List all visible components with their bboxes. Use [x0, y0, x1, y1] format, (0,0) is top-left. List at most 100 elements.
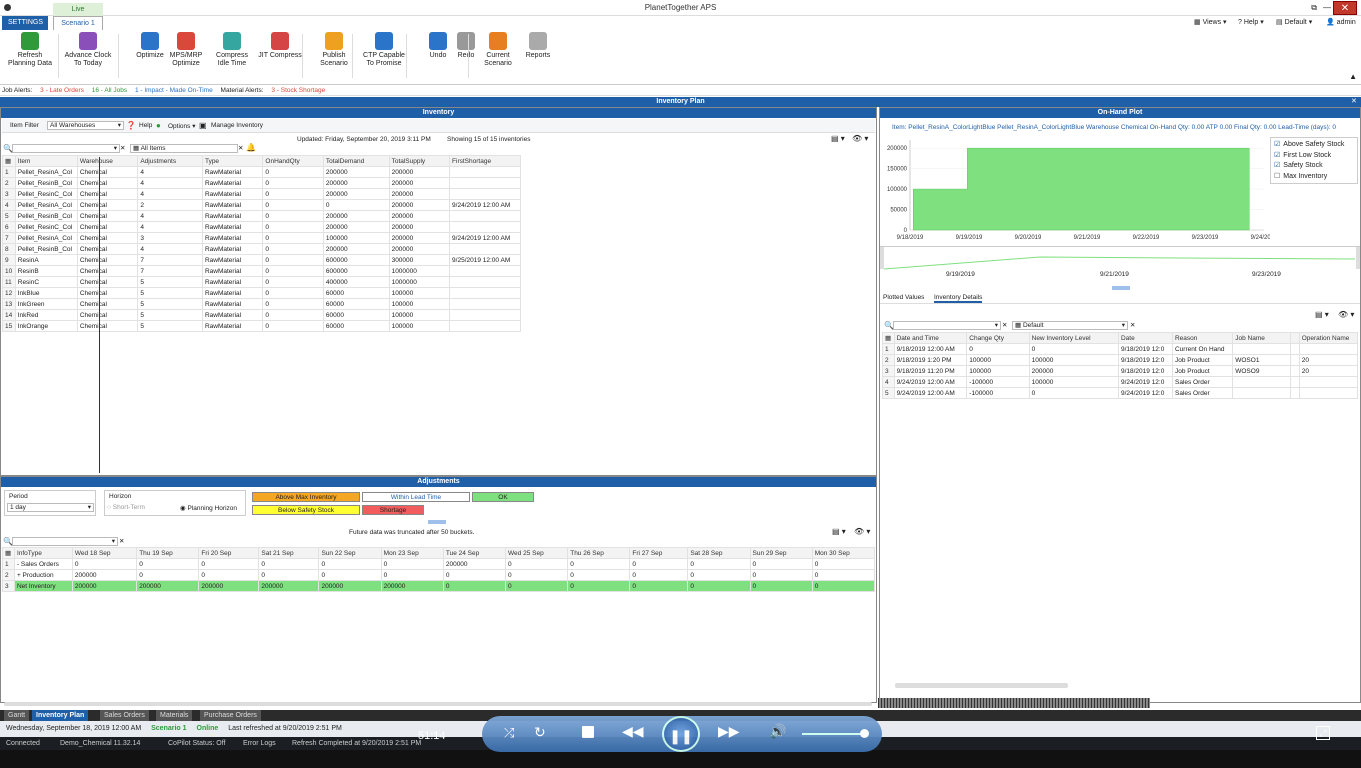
- repeat-icon[interactable]: ↻: [534, 724, 546, 741]
- help-menu[interactable]: ? Help ▾: [1238, 18, 1264, 26]
- table-row[interactable]: 2 9/18/2019 1:20 PM 100000 100000 9/18/2019 …: [882, 354, 1359, 366]
- bottom-tab-materials[interactable]: Materials: [156, 710, 193, 721]
- warehouse-select[interactable]: All Warehouses ▾: [47, 121, 124, 130]
- layout-icon[interactable]: ▤ ▾: [831, 134, 845, 143]
- inventory-col-header[interactable]: TotalDemand: [322, 155, 390, 167]
- adjust-col-header[interactable]: Fri 20 Sep: [198, 547, 260, 559]
- tab-inventory-details[interactable]: Inventory Details: [934, 294, 983, 303]
- adjust-clear-search-icon[interactable]: ✕: [119, 537, 124, 545]
- manage-inventory-link[interactable]: Manage Inventory: [211, 122, 263, 129]
- adjust-col-header[interactable]: InfoType: [13, 547, 73, 559]
- adjust-col-header[interactable]: Mon 23 Sep: [380, 547, 444, 559]
- legend-item[interactable]: ☑ First Low Stock: [1274, 151, 1331, 159]
- volume-slider[interactable]: [802, 733, 868, 735]
- adjust-horizontal-scrollbar[interactable]: [4, 702, 872, 706]
- table-row[interactable]: 5 9/24/2019 12:00 AM -100000 0 9/24/2019 12:…: [882, 387, 1359, 399]
- adjust-col-header[interactable]: Fri 27 Sep: [629, 547, 689, 559]
- table-row[interactable]: 3 Net Inventory 200000 200000 200000 200000 20…: [2, 580, 876, 592]
- stop-icon[interactable]: [582, 726, 594, 738]
- adjust-col-header[interactable]: Wed 25 Sep: [505, 547, 569, 559]
- inventory-search-input[interactable]: ▾: [12, 144, 120, 153]
- adjust-col-header[interactable]: Sun 29 Sep: [749, 547, 813, 559]
- legend-item[interactable]: ☑ Safety Stock: [1274, 161, 1323, 169]
- error-logs-link[interactable]: Error Logs: [243, 740, 276, 747]
- table-row[interactable]: 9 ResinA Chemical 7 RawMaterial 0 600000 300000…: [2, 254, 521, 266]
- options-link[interactable]: Options ▾: [168, 122, 195, 130]
- column-resize-line[interactable]: [99, 157, 100, 473]
- adjust-layout-icon[interactable]: ▤ ▾: [832, 527, 846, 536]
- rewind-icon[interactable]: ◀◀: [622, 723, 644, 740]
- table-row[interactable]: 6 Pellet_ResinC_Col Chemical 4 RawMaterial 0 2…: [2, 221, 521, 233]
- bottom-tab-inventory-plan[interactable]: Inventory Plan: [32, 710, 89, 721]
- adjust-col-header[interactable]: Thu 19 Sep: [136, 547, 200, 559]
- table-row[interactable]: 15 InkOrange Chemical 5 RawMaterial 0 60000 100…: [2, 320, 521, 332]
- table-row[interactable]: 7 Pellet_ResinA_Col Chemical 3 RawMaterial 0 1…: [2, 232, 521, 244]
- table-row[interactable]: 13 InkGreen Chemical 5 RawMaterial 0 60000 1000…: [2, 298, 521, 310]
- user-menu[interactable]: 👤 admin: [1326, 18, 1356, 26]
- refresh-button[interactable]: Refresh Planning Data: [4, 32, 56, 68]
- onhand-col-header[interactable]: Date and Time: [893, 332, 968, 344]
- details-layout-select[interactable]: ▦ Default ▾: [1012, 321, 1128, 330]
- details-search-input[interactable]: ▾: [893, 321, 1001, 330]
- clear-filter-icon[interactable]: ✕: [238, 144, 243, 152]
- minimize-icon[interactable]: —: [1323, 3, 1331, 12]
- details-horizontal-scrollbar[interactable]: [895, 683, 1068, 688]
- adjust-col-header[interactable]: Thu 26 Sep: [567, 547, 631, 559]
- tab-plotted-values[interactable]: Plotted Values: [883, 294, 924, 301]
- adjust-eye-icon[interactable]: 👁 ▾: [854, 527, 870, 536]
- close-plan-icon[interactable]: ✕: [1351, 97, 1359, 107]
- details-clear-search-icon[interactable]: ✕: [1002, 321, 1007, 329]
- details-eye-icon[interactable]: 👁 ▾: [1338, 310, 1354, 319]
- stock-shortage-link[interactable]: 3 - Stock Shortage: [271, 87, 325, 94]
- details-select-all-cell[interactable]: ▦: [882, 332, 895, 344]
- default-layout-menu[interactable]: ▤ Default ▾: [1276, 18, 1312, 26]
- inventory-col-header[interactable]: Adjustments: [137, 155, 203, 167]
- reports-button[interactable]: Reports: [512, 32, 564, 60]
- late-orders-link[interactable]: 3 - Late Orders: [40, 87, 84, 94]
- table-row[interactable]: 2 + Production 200000 0 0 0 0 0 0 0 0 0 0 0 0: [2, 569, 876, 581]
- restore-icon[interactable]: ⧉: [1311, 3, 1317, 13]
- inventory-col-header[interactable]: Item: [14, 155, 78, 167]
- splitter-handle[interactable]: [1112, 286, 1130, 290]
- adjust-col-header[interactable]: Sun 22 Sep: [318, 547, 382, 559]
- onhand-col-header[interactable]: Reason: [1171, 332, 1234, 344]
- short-term-radio[interactable]: ○ Short-Term: [107, 504, 145, 511]
- table-row[interactable]: 1 Pellet_ResinA_Col Chemical 4 RawMaterial 0 2…: [2, 166, 521, 178]
- adjust-col-header[interactable]: Wed 18 Sep: [71, 547, 138, 559]
- onhand-col-header[interactable]: Date: [1117, 332, 1173, 344]
- shuffle-icon[interactable]: ⤮: [504, 725, 514, 741]
- onhand-col-header[interactable]: Operation Name: [1298, 332, 1359, 344]
- adjust-select-all-cell[interactable]: ▦: [2, 547, 15, 559]
- legend-item[interactable]: ☑ Above Safety Stock: [1274, 140, 1344, 148]
- table-row[interactable]: 2 Pellet_ResinB_Col Chemical 4 RawMaterial 0 2…: [2, 177, 521, 189]
- table-row[interactable]: 5 Pellet_ResinB_Col Chemical 4 RawMaterial 0 2…: [2, 210, 521, 222]
- views-menu[interactable]: ▦ Views ▾: [1194, 18, 1227, 26]
- table-row[interactable]: 8 Pellet_ResinB_Col Chemical 4 RawMaterial 0 2…: [2, 243, 521, 255]
- adjust-col-header[interactable]: Tue 24 Sep: [442, 547, 507, 559]
- details-clear-filter-icon[interactable]: ✕: [1130, 321, 1135, 329]
- table-row[interactable]: 4 9/24/2019 12:00 AM -100000 100000 9/24/201…: [882, 376, 1359, 388]
- help-icon[interactable]: ❓: [126, 121, 136, 130]
- onhand-col-header[interactable]: Job Name: [1232, 332, 1292, 344]
- advance-clock-button[interactable]: Advance Clock To Today: [62, 32, 114, 68]
- clear-search-icon[interactable]: ✕: [120, 144, 125, 152]
- impact-link[interactable]: 1 - Impact - Made On-Time: [135, 87, 213, 94]
- select-all-cell[interactable]: ▦: [2, 155, 16, 167]
- all-jobs-link[interactable]: 16 - All Jobs: [92, 87, 127, 94]
- inventory-col-header[interactable]: FirstShortage: [449, 155, 521, 167]
- jit-compress-button[interactable]: JIT Compress: [254, 32, 306, 60]
- table-row[interactable]: 12 InkBlue Chemical 5 RawMaterial 0 60000 10000…: [2, 287, 521, 299]
- period-select[interactable]: 1 day ▾: [7, 503, 94, 512]
- inventory-col-header[interactable]: TotalSupply: [388, 155, 451, 167]
- adjust-col-header[interactable]: Mon 30 Sep: [811, 547, 876, 559]
- ctp-button[interactable]: CTP Capable To Promise: [358, 32, 410, 68]
- table-row[interactable]: 10 ResinB Chemical 7 RawMaterial 0 600000 10000…: [2, 265, 521, 277]
- options-icon[interactable]: ●: [156, 121, 161, 130]
- fullscreen-icon[interactable]: ⤢: [1316, 726, 1330, 740]
- collapse-ribbon-icon[interactable]: ▲: [1349, 72, 1357, 81]
- planning-horizon-radio[interactable]: ◉ Planning Horizon: [180, 504, 237, 512]
- pause-icon[interactable]: ❚❚: [662, 716, 700, 752]
- scenario-tab[interactable]: Scenario 1: [53, 16, 103, 30]
- table-row[interactable]: 1 9/18/2019 12:00 AM 0 0 9/18/2019 12:0 Curre…: [882, 343, 1359, 355]
- table-row[interactable]: 14 InkRed Chemical 5 RawMaterial 0 60000 100000: [2, 309, 521, 321]
